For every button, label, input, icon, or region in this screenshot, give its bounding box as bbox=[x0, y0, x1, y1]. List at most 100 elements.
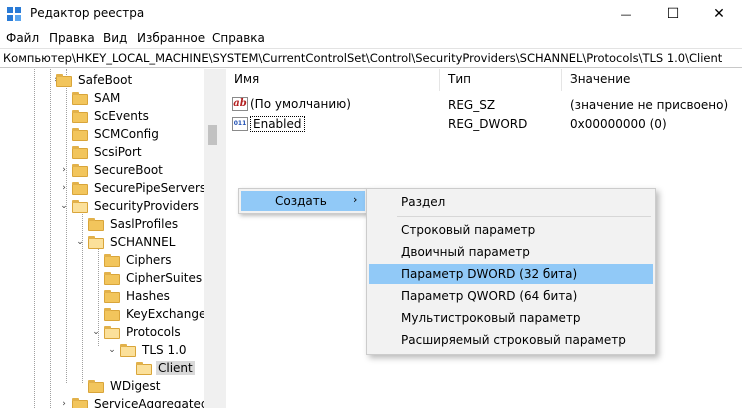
tree-item-label: KeyExchangeA bbox=[126, 307, 204, 321]
menu-item-new-dword[interactable]: Параметр DWORD (32 бита) bbox=[369, 264, 653, 284]
value-name: (По умолчанию) bbox=[250, 97, 351, 111]
address-path[interactable]: Компьютер\HKEY_LOCAL_MACHINE\SYSTEM\Curr… bbox=[3, 51, 722, 65]
expand-icon[interactable]: › bbox=[58, 398, 70, 408]
window-title: Редактор реестра bbox=[30, 6, 145, 20]
tree-item-scevents[interactable]: ScEvents bbox=[72, 107, 151, 125]
minimize-icon: — bbox=[620, 7, 632, 21]
value-name: Enabled bbox=[250, 116, 305, 132]
tree-item-label: Ciphers bbox=[126, 253, 172, 267]
submenu-arrow-icon: › bbox=[353, 193, 358, 206]
tree-item-securepipeservers[interactable]: › SecurePipeServers bbox=[62, 179, 204, 197]
value-data: (значение не присвоено) bbox=[570, 98, 729, 112]
tree-item-label: SCMConfig bbox=[94, 127, 159, 141]
tree-item-ciphers[interactable]: Ciphers bbox=[104, 251, 174, 269]
menu-item-new-qword[interactable]: Параметр QWORD (64 бита) bbox=[369, 286, 653, 306]
tree-item-label: SaslProfiles bbox=[110, 217, 179, 231]
tree-item-schannel[interactable]: ⌄ SCHANNEL bbox=[76, 233, 177, 251]
menu-item-new-multistring[interactable]: Мультистроковый параметр bbox=[369, 308, 653, 328]
menu-item-label: Параметр DWORD (32 бита) bbox=[401, 267, 578, 281]
column-header-name[interactable]: Имя bbox=[234, 72, 259, 86]
tree-item-sam[interactable]: SAM bbox=[72, 89, 122, 107]
folder-icon bbox=[72, 163, 88, 177]
menu-item-create-label: Создать bbox=[275, 194, 327, 208]
tree-scrollbar[interactable] bbox=[204, 69, 221, 408]
menu-item-label: Параметр QWORD (64 бита) bbox=[401, 289, 578, 303]
tree-item-label: SecurityProviders bbox=[94, 199, 199, 213]
tree-item-label: CipherSuites bbox=[126, 271, 203, 285]
column-header-value[interactable]: Значение bbox=[570, 72, 630, 86]
menu-help[interactable]: Справка bbox=[212, 31, 265, 45]
folder-icon bbox=[56, 73, 72, 87]
expand-icon[interactable]: › bbox=[58, 164, 70, 176]
tree-item-ciphersuites[interactable]: CipherSuites bbox=[104, 269, 204, 287]
folder-icon bbox=[72, 397, 88, 408]
tree-item-label: ServiceAggregatedEv bbox=[94, 397, 204, 408]
menu-file[interactable]: Файл bbox=[6, 31, 39, 45]
tree-item-wdigest[interactable]: WDigest bbox=[88, 377, 162, 395]
column-separator[interactable] bbox=[439, 69, 440, 91]
folder-icon bbox=[104, 253, 120, 267]
expand-icon[interactable]: › bbox=[58, 182, 70, 194]
menu-item-new-binary[interactable]: Двоичный параметр bbox=[369, 242, 653, 262]
maximize-button[interactable]: ☐ bbox=[650, 0, 696, 28]
tree-item-label: Client bbox=[156, 361, 195, 375]
tree-item-hashes[interactable]: Hashes bbox=[104, 287, 172, 305]
tree-guide-line bbox=[50, 69, 51, 408]
menu-item-label: Мультистроковый параметр bbox=[401, 311, 581, 325]
maximize-icon: ☐ bbox=[666, 6, 680, 22]
menu-item-new-string[interactable]: Строковый параметр bbox=[369, 220, 653, 240]
value-type: REG_DWORD bbox=[448, 117, 528, 131]
tree-item-label: TLS 1.0 bbox=[142, 343, 187, 357]
tree-item-label: SAM bbox=[94, 91, 121, 105]
tree-item-tls10[interactable]: ⌄ TLS 1.0 bbox=[108, 341, 189, 359]
folder-icon bbox=[88, 217, 104, 231]
tree-item-scmconfig[interactable]: SCMConfig bbox=[72, 125, 161, 143]
registry-tree[interactable]: › SafeBoot SAM ScEvents SCMConfig ScsiPo… bbox=[0, 69, 204, 408]
menu-item-label: Двоичный параметр bbox=[401, 245, 530, 259]
tree-item-scsiport[interactable]: ScsiPort bbox=[72, 143, 144, 161]
menu-item-label: Строковый параметр bbox=[401, 223, 536, 237]
address-bar[interactable]: Компьютер\HKEY_LOCAL_MACHINE\SYSTEM\Curr… bbox=[0, 48, 742, 68]
collapse-icon[interactable]: ⌄ bbox=[74, 236, 86, 248]
tree-item-safeboot[interactable]: › SafeBoot bbox=[54, 71, 134, 89]
tree-guide-line bbox=[82, 206, 83, 383]
tree-item-label: ScsiPort bbox=[94, 145, 142, 159]
column-header-type[interactable]: Тип bbox=[448, 72, 471, 86]
column-separator[interactable] bbox=[561, 69, 562, 91]
tree-item-securityproviders[interactable]: ⌄ SecurityProviders bbox=[60, 197, 201, 215]
list-row-default[interactable]: ab (По умолчанию) bbox=[232, 97, 351, 111]
tree-item-saslprofiles[interactable]: SaslProfiles bbox=[88, 215, 180, 233]
tree-guide-line bbox=[34, 69, 35, 408]
tree-item-label: WDigest bbox=[110, 379, 161, 393]
menu-item-create[interactable]: Создать › bbox=[241, 191, 365, 211]
folder-open-icon bbox=[136, 361, 152, 375]
scrollbar-thumb[interactable] bbox=[208, 125, 217, 145]
folder-open-icon bbox=[88, 235, 104, 249]
tree-item-label: Hashes bbox=[126, 289, 170, 303]
menu-edit[interactable]: Правка bbox=[49, 31, 95, 45]
list-row-enabled[interactable]: 011 Enabled bbox=[232, 116, 305, 132]
folder-icon bbox=[104, 307, 120, 321]
tree-item-protocols[interactable]: ⌄ Protocols bbox=[92, 323, 183, 341]
folder-icon bbox=[104, 271, 120, 285]
menu-item-new-key[interactable]: Раздел bbox=[369, 192, 653, 212]
close-button[interactable]: ✕ bbox=[696, 0, 742, 28]
menu-view[interactable]: Вид bbox=[103, 31, 127, 45]
close-icon: ✕ bbox=[713, 6, 725, 22]
collapse-icon[interactable]: ⌄ bbox=[106, 344, 118, 356]
tree-item-secureboot[interactable]: › SecureBoot bbox=[62, 161, 165, 179]
tree-item-client[interactable]: Client bbox=[136, 359, 195, 377]
menu-item-new-expandstring[interactable]: Расширяемый строковый параметр bbox=[369, 330, 653, 350]
collapse-icon[interactable]: ⌄ bbox=[90, 326, 102, 338]
folder-icon bbox=[72, 181, 88, 195]
tree-item-label: Protocols bbox=[126, 325, 181, 339]
minimize-button[interactable]: — bbox=[603, 0, 649, 28]
folder-icon bbox=[72, 109, 88, 123]
menu-favorites[interactable]: Избранное bbox=[137, 31, 205, 45]
folder-icon bbox=[104, 289, 120, 303]
value-data: 0x00000000 (0) bbox=[570, 117, 667, 131]
tree-item-keyexchange[interactable]: KeyExchangeA bbox=[104, 305, 204, 323]
collapse-icon[interactable]: ⌄ bbox=[58, 200, 70, 212]
context-menu: Создать › bbox=[238, 188, 368, 214]
tree-item-serviceaggregated[interactable]: › ServiceAggregatedEv bbox=[62, 395, 204, 408]
